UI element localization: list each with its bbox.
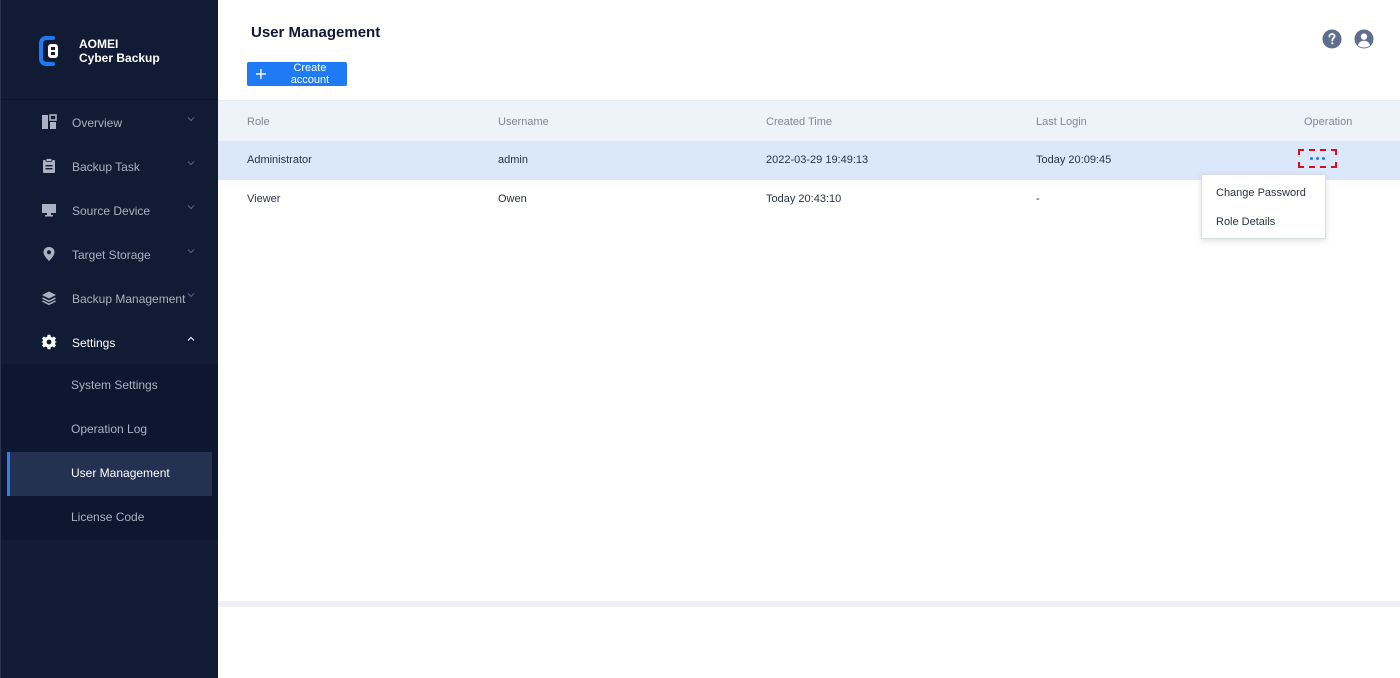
menu-item-label: Change Password [1216, 187, 1306, 199]
column-header-username: Username [498, 116, 549, 128]
chevron-down-icon [187, 249, 195, 254]
cell-role: Administrator [247, 154, 312, 166]
sidebar-item-label: Backup Task [72, 160, 140, 174]
cell-role: Viewer [247, 193, 281, 205]
operation-dropdown-menu: Change Password Role Details [1201, 174, 1326, 239]
main-content: User Management Create account Role User… [218, 0, 1400, 678]
sidebar-item-overview[interactable]: Overview [1, 100, 219, 144]
sidebar-item-label: Backup Management [72, 292, 186, 306]
sidebar-item-label: Target Storage [72, 248, 151, 262]
chevron-down-icon [187, 205, 195, 210]
content-divider [218, 601, 1400, 607]
sidebar-subitem-license-code[interactable]: License Code [1, 496, 219, 540]
ellipsis-dot [1322, 157, 1325, 160]
sidebar-subitem-user-management[interactable]: User Management [7, 452, 212, 496]
sidebar-item-target-storage[interactable]: Target Storage [1, 232, 219, 276]
ellipsis-dot [1310, 157, 1313, 160]
clipboard-icon [43, 158, 55, 173]
column-header-created-time: Created Time [766, 116, 833, 128]
menu-item-role-details[interactable]: Role Details [1202, 204, 1325, 233]
cell-last-login: Today 20:09:45 [1036, 154, 1112, 166]
sidebar-item-settings[interactable]: Settings [1, 320, 219, 364]
column-header-operation: Operation [1304, 116, 1353, 128]
menu-item-label: Role Details [1216, 216, 1276, 228]
sidebar-item-backup-management[interactable]: Backup Management [1, 276, 219, 320]
chevron-down-icon [187, 117, 195, 122]
sidebar: AOMEI Cyber Backup Overview Backup Task [0, 0, 219, 678]
sidebar-item-label: Source Device [72, 204, 151, 218]
cell-username: admin [498, 154, 528, 166]
brand-name-line1: AOMEI [79, 37, 119, 51]
chevron-down-icon [187, 293, 195, 298]
location-pin-icon [43, 247, 55, 261]
create-account-button[interactable]: Create account [247, 62, 347, 86]
create-account-label: Create account [290, 62, 330, 86]
settings-submenu: System Settings Operation Log User Manag… [1, 364, 219, 540]
sidebar-nav: Overview Backup Task Source Device Targe… [1, 100, 219, 540]
column-header-last-login: Last Login [1036, 116, 1087, 128]
more-options-button[interactable] [1298, 149, 1337, 168]
aomei-logo-icon [39, 36, 58, 66]
ellipsis-dot [1316, 157, 1319, 160]
sidebar-subitem-label: Operation Log [71, 422, 148, 436]
cell-created-time: 2022-03-29 19:49:13 [766, 154, 869, 166]
sidebar-item-source-device[interactable]: Source Device [1, 188, 219, 232]
brand-name-line2: Cyber Backup [79, 51, 160, 65]
page-title: User Management [251, 24, 381, 41]
chevron-up-icon [187, 336, 195, 341]
table-header: Role Username Created Time Last Login Op… [218, 100, 1400, 141]
brand-logo: AOMEI Cyber Backup [39, 36, 160, 66]
sidebar-subitem-label: License Code [71, 510, 145, 524]
cell-created-time: Today 20:43:10 [766, 193, 842, 205]
dashboard-icon [42, 114, 57, 129]
chevron-down-icon [187, 161, 195, 166]
header-actions [1322, 29, 1374, 49]
help-icon[interactable] [1322, 29, 1342, 49]
sidebar-item-label: Settings [72, 336, 116, 350]
menu-item-change-password[interactable]: Change Password [1202, 175, 1325, 204]
plus-icon [256, 69, 266, 79]
sidebar-item-backup-task[interactable]: Backup Task [1, 144, 219, 188]
sidebar-subitem-label: User Management [71, 466, 170, 480]
sidebar-item-label: Overview [72, 116, 123, 130]
monitor-icon [42, 204, 56, 217]
user-account-icon[interactable] [1354, 29, 1374, 49]
cell-last-login: - [1036, 193, 1040, 205]
cell-username: Owen [498, 193, 527, 205]
gear-icon [41, 334, 57, 350]
column-header-role: Role [247, 116, 270, 128]
sidebar-subitem-system-settings[interactable]: System Settings [1, 364, 219, 408]
sidebar-subitem-label: System Settings [71, 378, 158, 392]
layers-icon [42, 291, 56, 306]
sidebar-subitem-operation-log[interactable]: Operation Log [1, 408, 219, 452]
